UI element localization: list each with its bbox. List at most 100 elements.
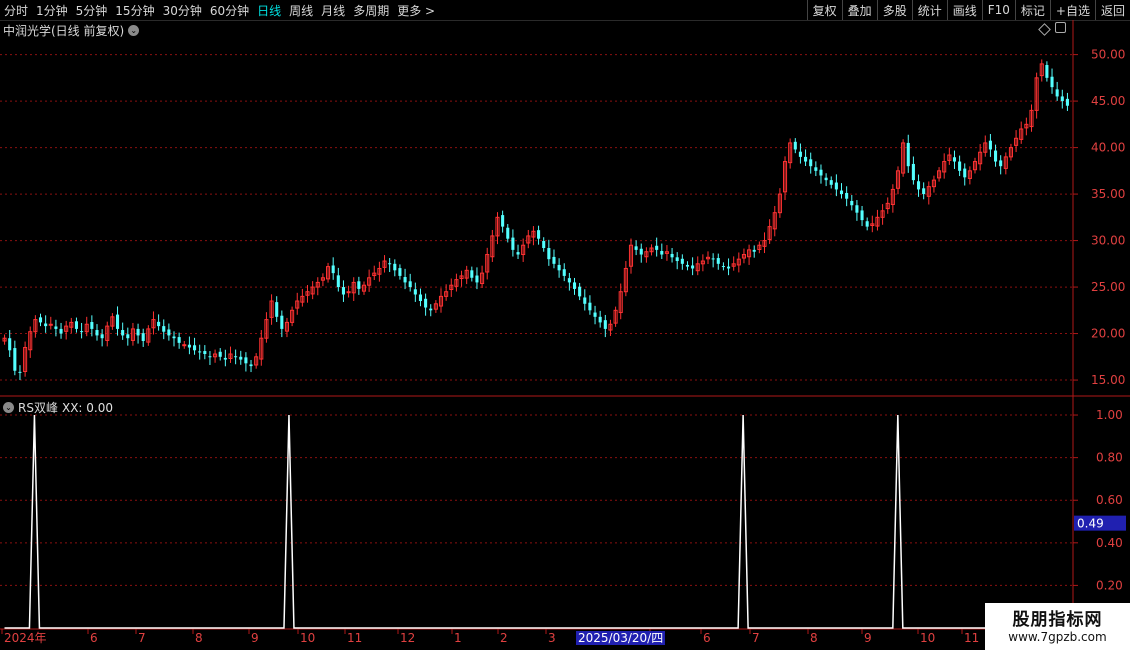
candle-body xyxy=(855,205,859,213)
candle-body xyxy=(691,265,695,269)
candle-body xyxy=(588,302,592,311)
stock-title: 中润光学(日线 前复权) xyxy=(3,24,125,38)
candle-body xyxy=(424,298,428,308)
candle-body xyxy=(988,140,992,150)
price-tick-label: 45.00 xyxy=(1091,94,1125,108)
candle-body xyxy=(999,160,1003,167)
candle-body xyxy=(393,263,397,271)
candle-body xyxy=(177,337,181,343)
chevron-down-icon[interactable]: ⌄ xyxy=(3,402,14,413)
date-tick-label: 7 xyxy=(752,631,760,645)
candle-body xyxy=(90,322,94,329)
date-tick-label: 1 xyxy=(454,631,462,645)
date-tick-label: 6 xyxy=(703,631,711,645)
date-tick-label: 9 xyxy=(251,631,259,645)
candle-body xyxy=(567,278,571,283)
signal-tick-label: 0.80 xyxy=(1096,451,1123,465)
kline-chart[interactable]: 50.00 45.00 40.00 35.00 30.00 25.00 20.00 15.00… xyxy=(0,0,1130,650)
candle-body xyxy=(598,316,602,323)
price-tick-label: 30.00 xyxy=(1091,234,1125,248)
candle-body xyxy=(501,215,505,227)
candle-body xyxy=(834,182,838,190)
candle-body xyxy=(578,286,582,297)
candle-body xyxy=(711,258,715,260)
date-tick-label: 8 xyxy=(810,631,818,645)
date-tick-label: 11 xyxy=(347,631,362,645)
candle-body xyxy=(95,330,99,336)
diamond-icon[interactable] xyxy=(1038,23,1051,36)
candle-body xyxy=(8,338,12,351)
candle-body xyxy=(198,351,202,353)
candle-body xyxy=(223,357,227,360)
candle-body xyxy=(860,210,864,221)
candle-body xyxy=(798,151,802,157)
price-tick-label: 15.00 xyxy=(1091,373,1125,387)
date-tick-label: 6 xyxy=(90,631,98,645)
candle-body xyxy=(341,287,345,295)
candle-body xyxy=(167,329,171,336)
candle-body xyxy=(1055,89,1059,97)
candle-body xyxy=(418,294,423,302)
date-tick-label: 2 xyxy=(500,631,508,645)
candle-body xyxy=(537,230,541,239)
candle-body xyxy=(331,265,335,274)
candle-body xyxy=(38,317,43,323)
candle-body xyxy=(44,323,48,327)
window-icon[interactable] xyxy=(1055,22,1066,33)
date-tick-label: 10 xyxy=(920,631,935,645)
cursor-date-label: 2025/03/20/四 xyxy=(576,631,666,645)
price-tick-label: 35.00 xyxy=(1091,187,1125,201)
candle-body xyxy=(824,177,828,181)
chevron-down-icon[interactable]: ⌄ xyxy=(128,25,140,36)
candle-body xyxy=(203,351,207,355)
candle-body xyxy=(1065,98,1069,106)
price-tick-label: 25.00 xyxy=(1091,280,1125,294)
candle-body xyxy=(162,326,166,332)
candle-body xyxy=(809,159,813,167)
candle-body xyxy=(660,250,664,255)
indicator-name: RS双峰 xyxy=(18,401,58,415)
candle-body xyxy=(727,266,731,269)
candle-body xyxy=(839,190,844,195)
candle-body xyxy=(74,321,78,329)
candle-body xyxy=(793,141,797,150)
candle-body xyxy=(429,308,433,311)
candle-body xyxy=(752,249,756,252)
candle-body xyxy=(506,227,510,239)
candle-body xyxy=(850,200,854,206)
candle-body xyxy=(244,357,248,364)
date-tick-label: 12 xyxy=(400,631,415,645)
candle-body xyxy=(403,277,407,283)
candle-body xyxy=(475,275,479,283)
price-tick-label: 20.00 xyxy=(1091,327,1125,341)
date-tick-label: 11 xyxy=(964,631,979,645)
candle-body xyxy=(906,142,910,167)
candle-body xyxy=(639,248,643,255)
candle-body xyxy=(804,156,808,162)
candle-body xyxy=(13,348,17,371)
candle-body xyxy=(59,328,63,334)
candle-body xyxy=(218,351,222,357)
candle-body xyxy=(922,188,926,195)
candle-body xyxy=(280,315,284,329)
signal-tick-label: 0.20 xyxy=(1096,578,1123,592)
candle-body xyxy=(814,167,818,171)
candle-body xyxy=(54,326,58,329)
candle-body xyxy=(634,246,638,250)
watermark-title: 股朋指标网 xyxy=(1012,609,1103,630)
candle-body xyxy=(865,221,869,227)
candle-body xyxy=(721,266,725,268)
candle-body xyxy=(675,257,679,262)
candle-body xyxy=(1050,76,1054,88)
candle-body xyxy=(336,275,340,288)
candle-body xyxy=(685,264,690,267)
candle-body xyxy=(655,245,659,250)
watermark-url: www.7gpzb.com xyxy=(1008,629,1107,644)
candle-body xyxy=(670,253,674,258)
candle-body xyxy=(18,371,22,373)
date-tick-label: 3 xyxy=(548,631,556,645)
candle-body xyxy=(562,269,566,276)
candle-body xyxy=(511,237,515,250)
price-tick-label: 40.00 xyxy=(1091,141,1125,155)
signal-tick-label: 0.60 xyxy=(1096,493,1123,507)
